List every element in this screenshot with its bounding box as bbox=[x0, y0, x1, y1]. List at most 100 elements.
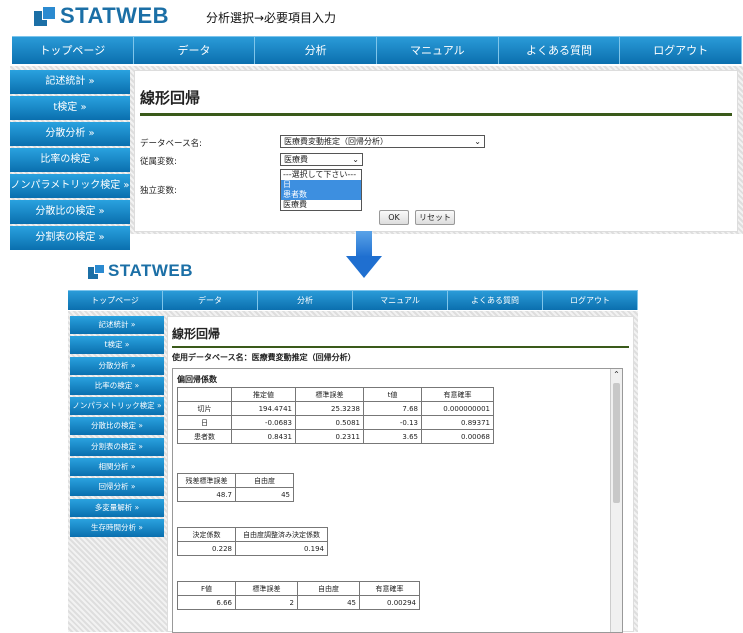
nav-manual[interactable]: マニュアル bbox=[377, 37, 499, 64]
listbox-option[interactable]: 医療費 bbox=[281, 200, 361, 210]
coef-table: 推定値 標準誤差 t値 有意確率 切片 194.4741 25.3238 7.6… bbox=[177, 387, 494, 444]
sidebar-item-nonparametric[interactable]: ノンパラメトリック検定 » bbox=[10, 174, 130, 198]
statweb-logo-result[interactable]: STATWEB bbox=[88, 261, 193, 281]
vertical-scrollbar[interactable]: ⌃ bbox=[610, 369, 622, 632]
nav-top[interactable]: トップページ bbox=[68, 291, 163, 310]
result-title-rule bbox=[172, 346, 629, 348]
brand-name: STATWEB bbox=[108, 261, 194, 280]
table-cell: 0.2311 bbox=[295, 429, 364, 444]
coef-title: 偏回帰係数 bbox=[177, 375, 217, 384]
residual-table: 残差標準誤差 自由度 48.7 45 bbox=[177, 473, 294, 502]
table-cell: 3.65 bbox=[363, 429, 422, 444]
sidebar-item-proportion[interactable]: 比率の検定 » bbox=[10, 148, 130, 172]
table-cell: 0.89371 bbox=[421, 415, 494, 430]
sidebar-item-survival[interactable]: 生存時間分析 » bbox=[70, 518, 164, 537]
listbox-option[interactable]: 日 bbox=[281, 180, 361, 190]
table-cell: 自由度 bbox=[297, 581, 360, 596]
table-cell: 0.00294 bbox=[359, 595, 420, 610]
table-header-row: 残差標準誤差 自由度 bbox=[177, 473, 294, 488]
table-cell: 0.228 bbox=[177, 541, 236, 556]
nav-faq[interactable]: よくある質問 bbox=[448, 291, 543, 310]
result-scroll-area[interactable]: 偏回帰係数 推定値 標準誤差 t値 有意確率 切片 194.4741 25.32… bbox=[172, 368, 623, 633]
table-header-row: 推定値 標準誤差 t値 有意確率 bbox=[177, 387, 494, 402]
down-arrow-icon bbox=[356, 231, 372, 257]
table-cell: 有意確率 bbox=[359, 581, 420, 596]
sidebar-item-ttest[interactable]: t検定 » bbox=[10, 96, 130, 120]
nav-logout[interactable]: ログアウト bbox=[543, 291, 638, 310]
sidebar-item-contingency[interactable]: 分割表の検定 » bbox=[70, 437, 164, 456]
brand-name: STATWEB bbox=[60, 3, 169, 28]
sidebar-item-descriptive[interactable]: 記述統計 » bbox=[10, 70, 130, 94]
listbox-option[interactable]: 患者数 bbox=[281, 190, 361, 200]
table-cell: t値 bbox=[363, 387, 422, 402]
table-cell: -0.13 bbox=[363, 415, 422, 430]
nav-analysis[interactable]: 分析 bbox=[255, 37, 378, 64]
reset-button[interactable]: リセット bbox=[415, 210, 455, 225]
table-cell: 0.8431 bbox=[231, 429, 296, 444]
nav-faq[interactable]: よくある質問 bbox=[499, 37, 621, 64]
main-nav-result: トップページ データ 分析 マニュアル よくある質問 ログアウト bbox=[68, 290, 638, 310]
table-cell: 25.3238 bbox=[295, 401, 364, 416]
sidebar-result: 記述統計 » t検定 » 分散分析 » 比率の検定 » ノンパラメトリック検定 … bbox=[70, 316, 164, 539]
table-row: 日 -0.0683 0.5081 -0.13 0.89371 bbox=[177, 415, 494, 430]
sidebar-item-anova[interactable]: 分散分析 » bbox=[10, 122, 130, 146]
nav-data[interactable]: データ bbox=[163, 291, 258, 310]
sidebar-item-nonparametric[interactable]: ノンパラメトリック検定 » bbox=[70, 397, 164, 416]
dependent-label: 従属変数: bbox=[140, 157, 177, 167]
table-cell: 0.00068 bbox=[421, 429, 494, 444]
sidebar-item-ttest[interactable]: t検定 » bbox=[70, 336, 164, 355]
sidebar-item-variance-ratio[interactable]: 分散比の検定 » bbox=[70, 417, 164, 436]
result-title: 線形回帰 bbox=[172, 327, 221, 341]
sidebar-item-contingency[interactable]: 分割表の検定 » bbox=[10, 226, 130, 250]
table-cell bbox=[177, 387, 232, 402]
scrollbar-thumb[interactable] bbox=[613, 383, 620, 503]
nav-manual[interactable]: マニュアル bbox=[353, 291, 448, 310]
table-cell: 標準誤差 bbox=[235, 581, 298, 596]
sidebar-top: 記述統計 » t検定 » 分散分析 » 比率の検定 » ノンパラメトリック検定 … bbox=[10, 70, 130, 252]
logo-mark-icon bbox=[34, 6, 56, 26]
statweb-logo[interactable]: STATWEB bbox=[34, 3, 169, 29]
main-nav-top: トップページ データ 分析 マニュアル よくある質問 ログアウト bbox=[12, 36, 743, 64]
result-panel: 線形回帰 使用データベース名：医療費変動推定（回帰分析） 偏回帰係数 推定値 標… bbox=[167, 316, 634, 633]
nav-logout[interactable]: ログアウト bbox=[620, 37, 743, 64]
sidebar-item-anova[interactable]: 分散分析 » bbox=[70, 356, 164, 375]
sidebar-item-proportion[interactable]: 比率の検定 » bbox=[70, 376, 164, 395]
table-cell: 残差標準誤差 bbox=[177, 473, 236, 488]
table-cell: 2 bbox=[235, 595, 298, 610]
dependent-select-value: 医療費 bbox=[284, 155, 308, 164]
table-cell: 日 bbox=[177, 415, 232, 430]
chevron-up-icon[interactable]: ⌃ bbox=[611, 369, 622, 381]
sidebar-item-variance-ratio[interactable]: 分散比の検定 » bbox=[10, 200, 130, 224]
ok-button[interactable]: OK bbox=[379, 210, 409, 225]
independent-listbox[interactable]: ---選択して下さい--- 日 患者数 医療費 bbox=[280, 169, 362, 211]
sidebar-item-correlation[interactable]: 相関分析 » bbox=[70, 458, 164, 477]
title-rule bbox=[140, 113, 732, 116]
database-select[interactable]: 医療費変動推定（回帰分析） ⌄ bbox=[280, 135, 485, 148]
table-cell: 自由度調整済み決定係数 bbox=[235, 527, 328, 542]
table-cell: 194.4741 bbox=[231, 401, 296, 416]
sidebar-item-regression[interactable]: 回帰分析 » bbox=[70, 478, 164, 497]
table-cell: 48.7 bbox=[177, 487, 236, 502]
table-cell: 45 bbox=[297, 595, 360, 610]
table-row: 患者数 0.8431 0.2311 3.65 0.00068 bbox=[177, 429, 494, 444]
nav-analysis[interactable]: 分析 bbox=[258, 291, 353, 310]
table-cell: 標準誤差 bbox=[295, 387, 364, 402]
table-header-row: 決定係数 自由度調整済み決定係数 bbox=[177, 527, 328, 542]
dependent-select[interactable]: 医療費 ⌄ bbox=[280, 153, 363, 166]
independent-label: 独立変数: bbox=[140, 186, 177, 196]
table-cell: 推定値 bbox=[231, 387, 296, 402]
table-cell: 0.194 bbox=[235, 541, 328, 556]
nav-data[interactable]: データ bbox=[134, 37, 256, 64]
table-header-row: F値 標準誤差 自由度 有意確率 bbox=[177, 581, 420, 596]
sidebar-item-multivariate[interactable]: 多変量解析 » bbox=[70, 498, 164, 517]
listbox-option[interactable]: ---選択して下さい--- bbox=[281, 170, 361, 180]
chevron-down-icon: ⌄ bbox=[474, 137, 481, 146]
f-test-table: F値 標準誤差 自由度 有意確率 6.66 2 45 0.00294 bbox=[177, 581, 420, 610]
table-row: 切片 194.4741 25.3238 7.68 0.000000001 bbox=[177, 401, 494, 416]
table-row: 48.7 45 bbox=[177, 487, 294, 502]
nav-top[interactable]: トップページ bbox=[12, 37, 134, 64]
table-cell: 自由度 bbox=[235, 473, 294, 488]
sidebar-item-descriptive[interactable]: 記述統計 » bbox=[70, 316, 164, 334]
table-cell: 決定係数 bbox=[177, 527, 236, 542]
table-cell: 0.000000001 bbox=[421, 401, 494, 416]
